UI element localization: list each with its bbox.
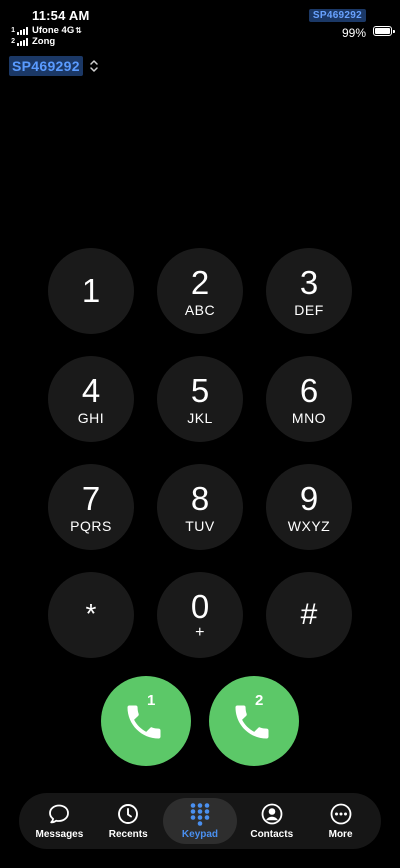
key-6[interactable]: 6 MNO xyxy=(266,356,352,442)
active-sim-pill: SP469292 xyxy=(308,9,366,22)
call-sim2-label: 2 xyxy=(255,692,264,709)
signal-icon xyxy=(17,37,29,46)
sim1-carrier-row: 1 Ufone 4G ⇅ xyxy=(9,25,82,36)
sim2-carrier-row: 2 Zong xyxy=(9,36,55,47)
ellipsis-circle-icon xyxy=(330,803,351,825)
signal-icon xyxy=(17,26,29,35)
clock-icon xyxy=(118,804,139,824)
tab-contacts[interactable]: Contacts xyxy=(237,798,306,844)
key-3[interactable]: 3 DEF xyxy=(266,248,352,334)
sim1-carrier-name: Ufone 4G xyxy=(32,25,75,36)
call-sim1-label: 1 xyxy=(147,692,156,709)
line-selector[interactable]: SP469292 xyxy=(9,56,99,76)
keypad-grid-icon xyxy=(190,803,210,826)
status-bar: 11:54 AM 1 Ufone 4G ⇅ 2 Zong SP469292 99… xyxy=(0,0,400,52)
dial-keypad: 1 2 ABC 3 DEF 4 GHI 5 JKL 6 MNO 7 PQRS 8… xyxy=(48,248,352,658)
line-selector-label: SP469292 xyxy=(9,56,83,76)
phone-icon xyxy=(127,705,161,739)
tab-bar: Messages Recents Keypad Contacts More xyxy=(19,793,381,849)
key-8[interactable]: 8 TUV xyxy=(157,464,243,550)
key-star[interactable]: * xyxy=(48,572,134,658)
tab-recents[interactable]: Recents xyxy=(94,798,163,844)
battery-icon xyxy=(373,26,395,36)
sim1-index: 1 xyxy=(11,27,15,34)
tab-more[interactable]: More xyxy=(306,798,375,844)
phone-icon xyxy=(235,705,269,739)
tab-keypad[interactable]: Keypad xyxy=(162,798,238,844)
sim2-carrier-name: Zong xyxy=(32,36,56,47)
key-7[interactable]: 7 PQRS xyxy=(48,464,134,550)
call-sim1-button[interactable]: 1 xyxy=(101,676,191,766)
chevron-updown-icon xyxy=(90,60,98,72)
status-time: 11:54 AM xyxy=(32,8,90,23)
person-circle-icon xyxy=(261,803,283,825)
call-sim2-button[interactable]: 2 xyxy=(209,676,299,766)
key-4[interactable]: 4 GHI xyxy=(48,356,134,442)
data-arrows-icon: ⇅ xyxy=(75,25,82,35)
key-0[interactable]: 0 + xyxy=(157,572,243,658)
tab-messages[interactable]: Messages xyxy=(25,798,94,844)
battery-percentage: 99% xyxy=(341,26,366,40)
key-1[interactable]: 1 xyxy=(48,248,134,334)
key-2[interactable]: 2 ABC xyxy=(157,248,243,334)
sim2-index: 2 xyxy=(11,38,15,45)
key-5[interactable]: 5 JKL xyxy=(157,356,243,442)
key-9[interactable]: 9 WXYZ xyxy=(266,464,352,550)
key-hash[interactable]: # xyxy=(266,572,352,658)
message-bubble-icon xyxy=(49,804,70,824)
